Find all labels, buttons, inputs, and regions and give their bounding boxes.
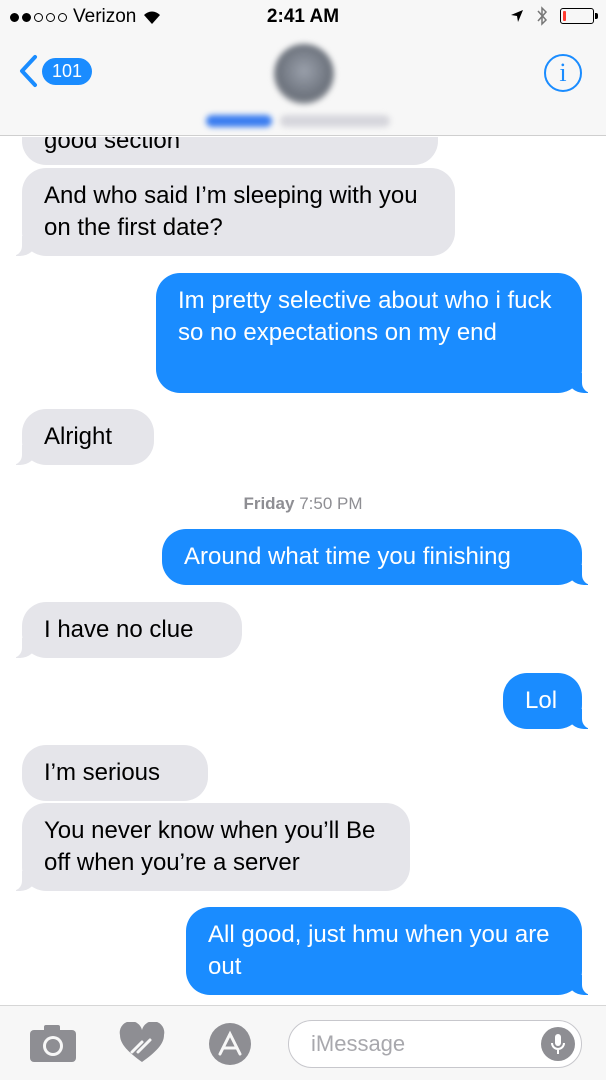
message-text: And who said I’m sleeping with you on th… bbox=[44, 182, 418, 241]
digital-touch-button[interactable] bbox=[118, 1021, 166, 1069]
message-bubble-incoming: You never know when you’ll Be off when y… bbox=[12, 803, 410, 891]
timestamp-day: Friday bbox=[243, 494, 295, 513]
message-text: good section bbox=[44, 137, 181, 154]
location-arrow-icon bbox=[511, 10, 523, 22]
imessage-input[interactable]: iMessage bbox=[288, 1020, 582, 1068]
back-button[interactable]: 101 bbox=[18, 54, 93, 88]
contact-avatar[interactable] bbox=[274, 44, 334, 104]
message-text: Im pretty selective about who i fuck so … bbox=[178, 287, 552, 346]
microphone-button[interactable] bbox=[541, 1027, 575, 1061]
message-bubble-incoming: I have no clue bbox=[12, 602, 242, 658]
chevron-left-icon bbox=[20, 55, 37, 87]
message-text: Lol bbox=[525, 687, 558, 714]
message-text: I have no clue bbox=[44, 616, 194, 643]
app-store-button[interactable] bbox=[204, 1022, 256, 1071]
battery-level bbox=[563, 11, 566, 21]
conversation-header: 101 i bbox=[0, 36, 606, 136]
message-bubble-incoming: I’m serious bbox=[22, 745, 208, 801]
compose-bar: iMessage bbox=[0, 1005, 606, 1080]
message-bubble-incoming: good section bbox=[22, 137, 438, 165]
status-bar: Verizon 2:41 AM bbox=[0, 0, 606, 36]
camera-button[interactable] bbox=[28, 1022, 80, 1069]
message-text: I’m serious bbox=[44, 759, 161, 786]
message-list[interactable]: good section And who said I’m sleeping w… bbox=[0, 137, 606, 1005]
info-button[interactable]: i bbox=[544, 54, 582, 92]
imessage-placeholder: iMessage bbox=[311, 1031, 406, 1056]
message-bubble-outgoing: Lol bbox=[503, 673, 592, 729]
message-bubble-outgoing: All good, just hmu when you are out bbox=[186, 907, 592, 995]
status-icons bbox=[510, 6, 598, 26]
message-text: Alright bbox=[44, 423, 113, 450]
message-timestamp: Friday 7:50 PM bbox=[0, 494, 606, 514]
message-bubble-incoming: And who said I’m sleeping with you on th… bbox=[12, 168, 455, 256]
bluetooth-icon bbox=[537, 6, 548, 26]
message-text: Around what time you finishing bbox=[184, 543, 511, 570]
message-text: You never know when you’ll Be off when y… bbox=[44, 817, 376, 876]
microphone-icon bbox=[551, 1034, 565, 1054]
camera-icon bbox=[30, 1025, 76, 1062]
contact-name-redacted[interactable] bbox=[200, 110, 410, 132]
timestamp-time: 7:50 PM bbox=[299, 494, 363, 513]
battery-icon bbox=[560, 8, 598, 24]
digital-touch-icon bbox=[119, 1021, 165, 1062]
message-text: All good, just hmu when you are out bbox=[208, 921, 550, 980]
message-bubble-incoming: Alright bbox=[12, 409, 154, 465]
app-store-icon bbox=[209, 1023, 251, 1065]
message-bubble-outgoing: Around what time you finishing bbox=[162, 529, 592, 585]
message-bubble-outgoing: Im pretty selective about who i fuck so … bbox=[156, 273, 592, 393]
unread-count-badge: 101 bbox=[42, 57, 93, 85]
